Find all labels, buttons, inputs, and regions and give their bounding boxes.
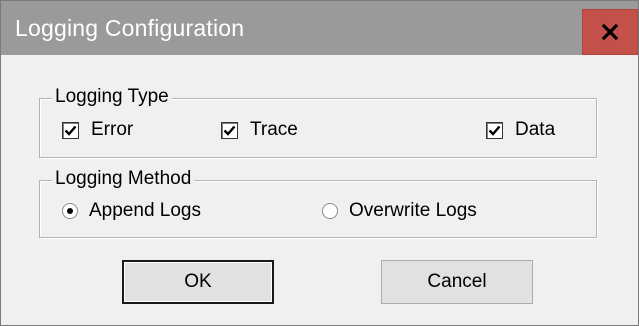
cancel-button[interactable]: Cancel: [381, 260, 533, 304]
overwrite-logs-label: Overwrite Logs: [349, 200, 477, 221]
checkmark-icon: [64, 125, 77, 136]
logging-method-legend: Logging Method: [52, 167, 195, 191]
overwrite-logs-radio-circle[interactable]: [322, 203, 338, 219]
logging-method-group: Logging Method Append Logs Overwrite Log…: [39, 167, 597, 238]
close-button[interactable]: [582, 9, 638, 55]
checkmark-icon: [488, 125, 501, 136]
data-checkbox[interactable]: Data: [486, 119, 555, 141]
trace-label: Trace: [250, 119, 298, 140]
ok-button[interactable]: OK: [122, 260, 274, 304]
logging-type-group: Logging Type Error Trace Data: [39, 85, 597, 158]
trace-checkbox-box[interactable]: [221, 121, 238, 139]
error-label: Error: [91, 119, 134, 140]
radio-selected-dot: [67, 208, 73, 214]
append-logs-label: Append Logs: [89, 200, 201, 221]
checkmark-icon: [223, 125, 236, 136]
append-logs-radio-circle[interactable]: [62, 203, 78, 219]
logging-type-legend: Logging Type: [52, 85, 172, 109]
error-checkbox[interactable]: Error: [62, 119, 133, 141]
logging-configuration-dialog: Logging Configuration Logging Type Error: [0, 0, 639, 326]
overwrite-logs-radio[interactable]: Overwrite Logs: [322, 200, 477, 222]
dialog-title: Logging Configuration: [15, 15, 245, 41]
data-label: Data: [515, 119, 556, 140]
error-checkbox-box[interactable]: [62, 121, 79, 139]
title-bar: Logging Configuration: [1, 1, 638, 55]
close-icon: [601, 23, 619, 41]
dialog-body: Logging Type Error Trace Data Logging Me…: [1, 55, 638, 325]
trace-checkbox[interactable]: Trace: [221, 119, 298, 141]
data-checkbox-box[interactable]: [486, 121, 503, 139]
append-logs-radio[interactable]: Append Logs: [62, 200, 201, 222]
